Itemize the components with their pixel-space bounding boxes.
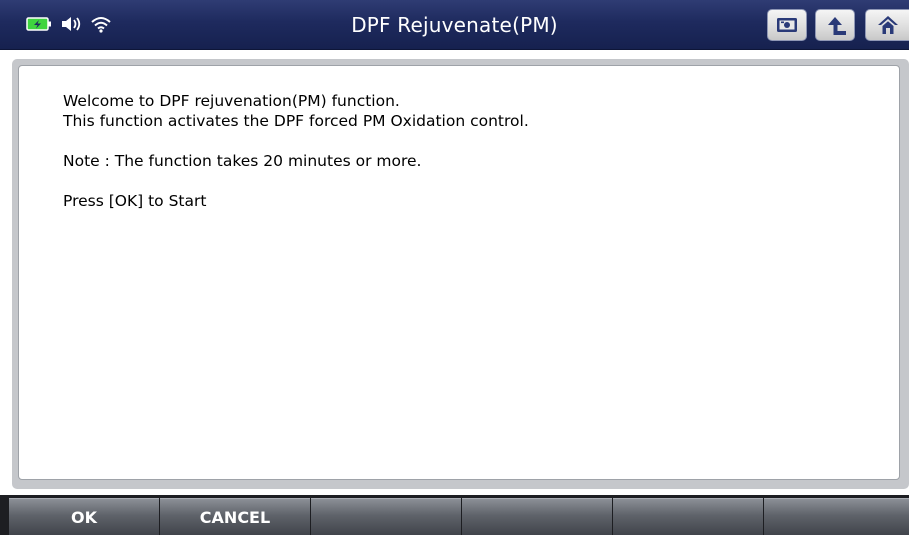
back-button[interactable] [815,9,855,41]
ok-button[interactable]: OK [9,498,159,535]
screen-capture-icon [777,18,797,32]
title-bar: DPF Rejuvenate(PM) [0,0,909,50]
home-button[interactable] [865,9,909,41]
back-arrow-icon [828,17,846,35]
prompt-text: Press [OK] to Start [63,192,207,210]
function-button-5[interactable] [613,498,763,535]
description-text: This function activates the DPF forced P… [63,112,529,130]
screen-capture-button[interactable] [767,9,807,41]
function-button-4[interactable] [462,498,612,535]
home-icon [877,16,898,34]
note-text: Note : The function takes 20 minutes or … [63,152,422,170]
message-panel: Welcome to DPF rejuvenation(PM) function… [18,65,900,480]
welcome-text: Welcome to DPF rejuvenation(PM) function… [63,92,400,110]
content-frame: Welcome to DPF rejuvenation(PM) function… [12,59,909,489]
function-button-3[interactable] [311,498,461,535]
function-bar: OK CANCEL [0,495,909,535]
function-button-6[interactable] [764,498,909,535]
cancel-button[interactable]: CANCEL [160,498,310,535]
